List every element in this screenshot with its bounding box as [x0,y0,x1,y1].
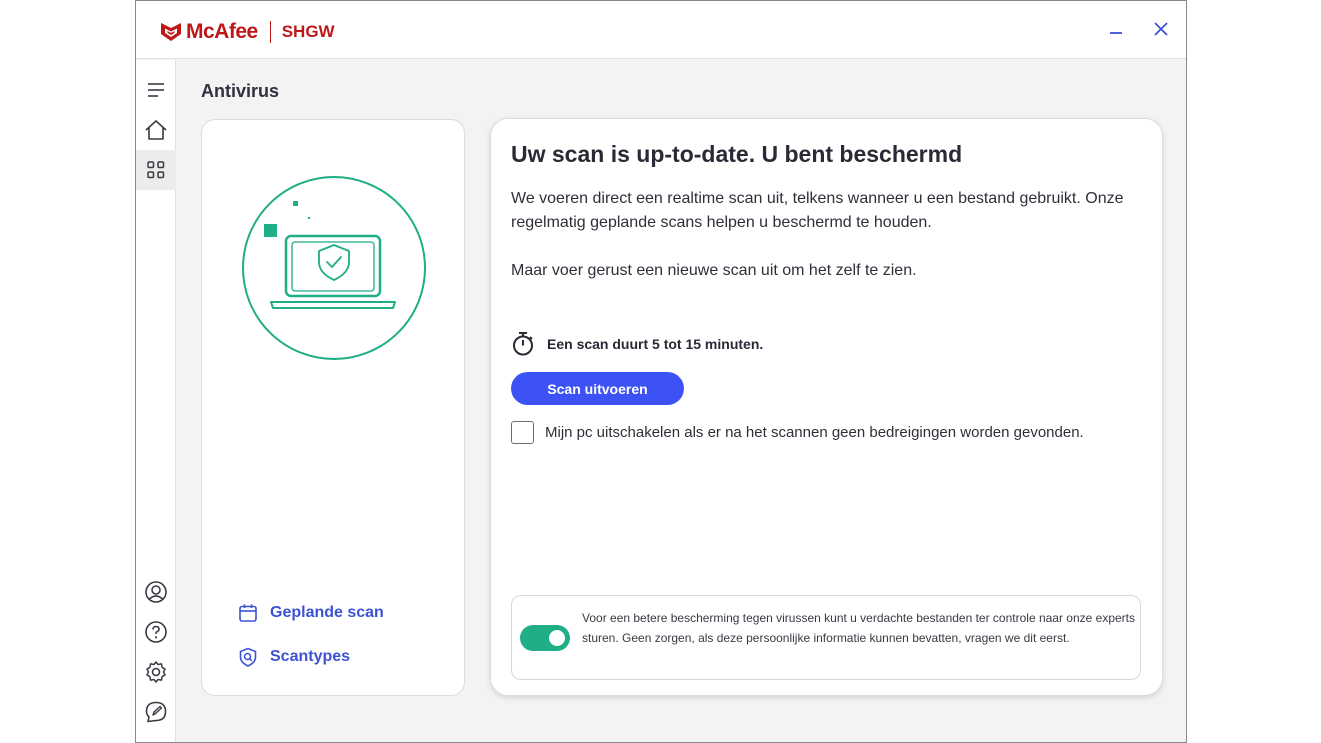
logo-divider [269,21,271,43]
scan-types-label: Scantypes [270,648,351,665]
minimize-button[interactable] [1102,15,1130,43]
send-suspicious-files-toggle[interactable] [520,625,570,651]
help-icon [145,621,167,643]
shield-scan-icon [239,647,257,667]
product-subtitle: SHGW [281,22,335,41]
status-description-secondary: Maar voer gerust een nieuwe scan uit om … [511,262,917,279]
menu-icon [148,83,164,97]
home-icon [145,120,167,140]
run-scan-button[interactable]: Scan uitvoeren [511,372,684,405]
status-headline: Uw scan is up-to-date. U bent beschermd [511,141,963,167]
page-title: Antivirus [201,81,280,101]
status-description: We voeren direct een realtime scan uit, … [511,190,1124,231]
minimize-icon [1110,32,1122,34]
antivirus-status-panel: Geplande scan Scantypes [201,119,465,696]
close-icon [1154,22,1168,36]
shutdown-after-scan-checkbox[interactable] [511,421,534,444]
brand-name: McAfee [186,20,258,43]
settings-icon [146,661,166,683]
laptop-shield-illustration [242,176,426,360]
sidebar-item-help[interactable] [136,612,176,652]
sidebar-item-account[interactable] [136,572,176,612]
account-icon [145,581,167,603]
suspicious-files-info-text: Voor een betere bescherming tegen viruss… [582,611,1136,645]
scheduled-scan-link[interactable]: Geplande scan [238,603,384,623]
sidebar-item-apps[interactable] [136,150,176,190]
mcafee-shield-icon [161,23,181,41]
sidebar [136,60,176,742]
scan-duration-text: Een scan duurt 5 tot 15 minuten. [547,336,764,352]
shutdown-after-scan-option[interactable]: Mijn pc uitschakelen als er na het scann… [511,421,1084,444]
scan-types-link[interactable]: Scantypes [238,647,350,667]
sidebar-item-feedback[interactable] [136,692,176,732]
toggle-knob [549,630,565,646]
stopwatch-icon [513,332,533,356]
title-bar: McAfee SHGW [136,1,1186,59]
scheduled-scan-label: Geplande scan [270,604,384,621]
app-window: McAfee SHGW Antivirus Geplande scan Scan… [135,0,1187,743]
grid-icon [147,161,165,179]
sidebar-item-home[interactable] [136,110,176,150]
shutdown-after-scan-label: Mijn pc uitschakelen als er na het scann… [545,424,1084,441]
scan-status-card: Uw scan is up-to-date. U bent beschermd … [490,118,1163,696]
suspicious-files-info-box: Voor een betere bescherming tegen viruss… [511,595,1141,680]
sidebar-item-settings[interactable] [136,652,176,692]
calendar-icon [239,604,257,622]
feedback-icon [145,701,167,723]
scan-duration: Een scan duurt 5 tot 15 minuten. [511,331,763,357]
mcafee-logo: McAfee SHGW [160,20,335,44]
sidebar-item-menu[interactable] [136,70,176,110]
close-button[interactable] [1147,15,1175,43]
